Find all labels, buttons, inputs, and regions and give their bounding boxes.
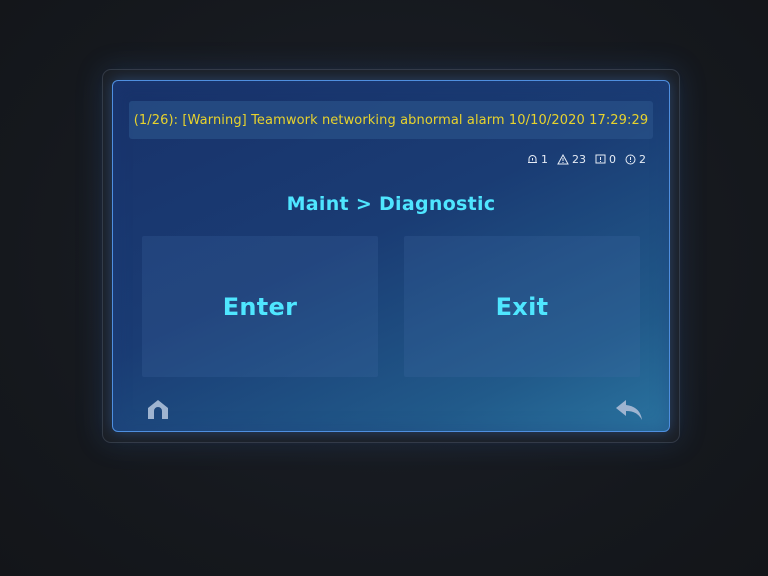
info-circle-icon [625, 154, 636, 165]
alert-status[interactable]: 0 [595, 153, 616, 166]
warning-status[interactable]: 23 [557, 153, 586, 166]
enter-label: Enter [222, 292, 298, 321]
status-counters: 1 23 0 2 [527, 153, 646, 166]
bell-status[interactable]: 1 [527, 153, 548, 166]
enter-button[interactable]: Enter [142, 236, 378, 377]
exit-label: Exit [495, 292, 549, 321]
info-status[interactable]: 2 [625, 153, 646, 166]
home-icon [148, 400, 168, 419]
alert-square-icon [595, 154, 606, 164]
info-count: 2 [639, 153, 646, 166]
back-arrow-icon [616, 400, 642, 420]
alarm-message: (1/26): [Warning] Teamwork networking ab… [133, 112, 649, 128]
warning-count: 23 [572, 153, 586, 166]
bell-count: 1 [541, 153, 548, 166]
alarm-banner[interactable]: (1/26): [Warning] Teamwork networking ab… [129, 101, 653, 139]
warning-triangle-icon [557, 154, 569, 165]
exit-button[interactable]: Exit [404, 236, 640, 377]
alert-count: 0 [609, 153, 616, 166]
back-button[interactable] [615, 398, 643, 422]
page-title: Maint > Diagnostic [286, 193, 496, 215]
bell-icon [528, 155, 537, 163]
home-button[interactable] [146, 398, 170, 420]
hmi-screen: (1/26): [Warning] Teamwork networking ab… [112, 80, 670, 432]
